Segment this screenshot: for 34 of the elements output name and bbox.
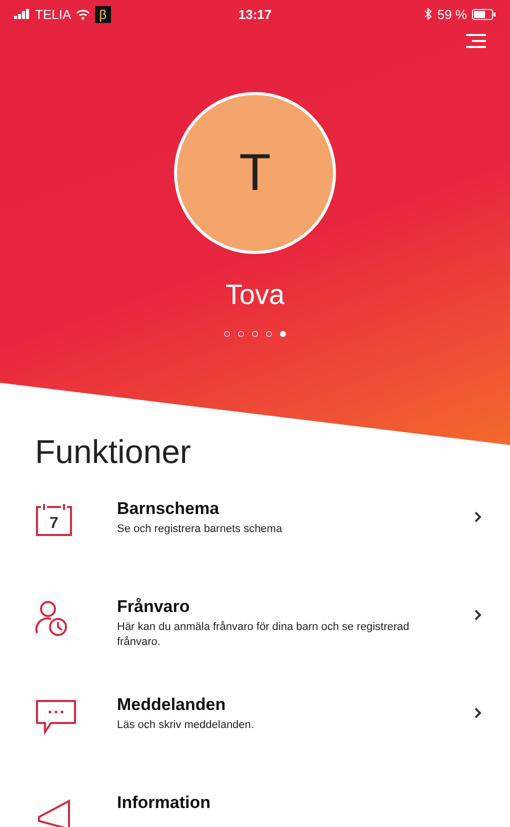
- item-title: Meddelanden: [117, 695, 227, 715]
- menu-icon[interactable]: [466, 34, 486, 48]
- menu-item[interactable]: Meddelanden Läs och skriv meddelanden.: [35, 695, 510, 793]
- page-dot[interactable]: [266, 331, 272, 337]
- menu-item[interactable]: Frånvaro Här kan du anmäla frånvaro för dina barn och se registrerad frånvaro.: [35, 597, 510, 695]
- page-dot[interactable]: [238, 331, 244, 337]
- chat-bubble-icon: [35, 699, 77, 735]
- menu-item[interactable]: 7 Barnschema Se och registrera barnets schema: [35, 499, 510, 597]
- clock-time: 13:17: [238, 6, 272, 22]
- avatar: T: [174, 92, 336, 254]
- status-tag: β: [95, 6, 111, 22]
- item-title: Information: [117, 793, 212, 813]
- wifi-icon: [76, 8, 90, 20]
- page-dot[interactable]: [252, 331, 258, 337]
- bluetooth-icon: [424, 8, 432, 20]
- menu-item[interactable]: Information: [35, 793, 510, 827]
- item-description: Här kan du anmäla frånvaro för dina barn och se registrerad frånvaro.: [117, 620, 410, 650]
- calendar-day: 7: [50, 515, 58, 532]
- profile-name: Tova: [225, 279, 285, 311]
- item-description: Se och registrera barnets schema: [117, 522, 284, 537]
- battery-icon: [472, 8, 496, 20]
- item-title: Barnschema: [117, 499, 220, 519]
- section-title: Funktioner: [35, 433, 192, 471]
- chevron-icon: [474, 511, 482, 523]
- page-dot[interactable]: [224, 331, 230, 337]
- signal-icon: [14, 9, 30, 19]
- carrier-name: TELIA: [35, 6, 72, 22]
- battery-percent: 59 %: [437, 6, 467, 22]
- person-clock-icon: [35, 601, 69, 637]
- item-title: Frånvaro: [117, 597, 191, 617]
- item-description: Läs och skriv meddelanden.: [117, 718, 255, 733]
- chevron-icon: [474, 707, 482, 719]
- chevron-icon: [474, 609, 482, 621]
- calendar-icon: [36, 503, 72, 536]
